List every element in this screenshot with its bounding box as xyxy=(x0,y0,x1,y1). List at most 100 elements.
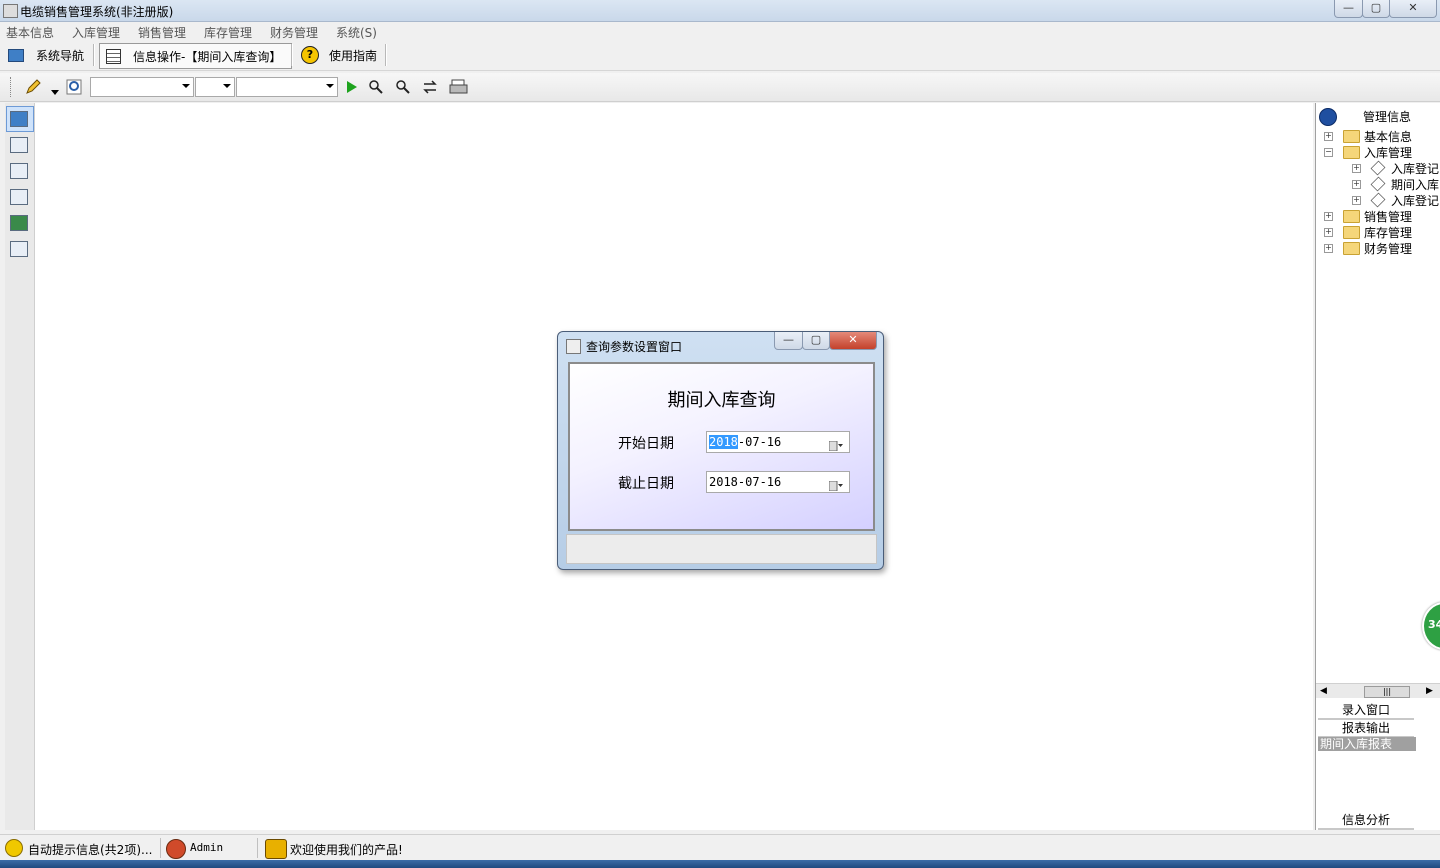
chevron-down-icon xyxy=(326,84,334,88)
dialog-title: 查询参数设置窗口 xyxy=(586,340,683,354)
menu-inbound[interactable]: 入库管理 xyxy=(72,24,120,41)
status-bar: 自动提示信息(共2项)... Admin 欢迎使用我们的产品! xyxy=(0,834,1440,861)
info-analysis-button[interactable]: 信息分析 xyxy=(1318,812,1414,830)
horizontal-scrollbar[interactable]: ◀ ||| ▶ xyxy=(1316,683,1440,698)
end-date-picker[interactable]: 2018-07-16 xyxy=(706,471,850,493)
form-icon xyxy=(1370,176,1386,192)
expand-icon[interactable]: + xyxy=(1324,243,1333,253)
maximize-button[interactable]: ▢ xyxy=(1362,0,1390,18)
expand-icon[interactable]: + xyxy=(1352,195,1361,205)
tab-user-guide-label: 使用指南 xyxy=(329,48,378,63)
menu-system[interactable]: 系统(S) xyxy=(336,24,377,41)
collapse-icon[interactable]: − xyxy=(1324,147,1333,157)
app-icon xyxy=(3,4,18,18)
tab-strip: 系统导航 信息操作-【期间入库查询】 ? 使用指南 xyxy=(0,41,1440,71)
tree-node-sales[interactable]: + 销售管理 xyxy=(1324,208,1412,224)
tab-user-guide[interactable]: ? 使用指南 xyxy=(301,43,377,67)
tree-node-inbound-register[interactable]: + 入库登记 xyxy=(1352,160,1439,176)
dialog-minimize-button[interactable]: — xyxy=(774,332,803,350)
tab-info-operation[interactable]: 信息操作-【期间入库查询】 xyxy=(99,43,292,69)
preview-icon[interactable] xyxy=(66,79,82,95)
expand-icon[interactable]: + xyxy=(1324,131,1333,141)
tree-node-finance[interactable]: + 财务管理 xyxy=(1324,240,1412,256)
scroll-thumb[interactable]: ||| xyxy=(1364,686,1410,698)
monitor-icon xyxy=(8,48,24,62)
status-auto-tips[interactable]: 自动提示信息(共2项)... xyxy=(28,841,152,858)
search-plus-icon[interactable] xyxy=(368,79,384,95)
close-button[interactable]: ✕ xyxy=(1389,0,1437,18)
toolbar xyxy=(0,73,1440,102)
tab-system-nav[interactable]: 系统导航 xyxy=(8,43,84,67)
value-select[interactable] xyxy=(236,77,338,97)
start-date-rest: -07-16 xyxy=(737,435,782,449)
form-icon xyxy=(1370,160,1386,176)
list-icon[interactable] xyxy=(10,241,28,257)
os-taskbar xyxy=(0,860,1440,868)
tree-node-inbound-register-2[interactable]: + 入库登记 xyxy=(1352,192,1439,208)
tab-separator xyxy=(93,44,95,66)
dialog-button-area xyxy=(566,534,877,564)
start-date-picker[interactable]: 2018-07-16 xyxy=(706,431,850,453)
expand-icon[interactable]: + xyxy=(1352,179,1361,189)
calendar-dropdown-icon[interactable] xyxy=(828,437,843,452)
status-welcome: 欢迎使用我们的产品! xyxy=(290,843,403,857)
folder-icon xyxy=(1343,225,1360,239)
folder-icon xyxy=(1343,129,1360,143)
panel-header: 管理信息 xyxy=(1316,105,1436,127)
tree-node-label: 入库管理 xyxy=(1364,145,1413,160)
dialog-close-button[interactable]: ✕ xyxy=(829,332,877,350)
scroll-left-icon[interactable]: ◀ xyxy=(1320,686,1327,696)
collapse-icon[interactable] xyxy=(1319,108,1337,126)
menu-stock[interactable]: 库存管理 xyxy=(204,24,252,41)
tree-node-basic-info[interactable]: + 基本信息 xyxy=(1324,128,1412,144)
minimize-button[interactable]: — xyxy=(1334,0,1363,18)
end-date-label: 截止日期 xyxy=(618,476,674,492)
start-date-year-selected: 2018 xyxy=(709,435,738,449)
report-output-button[interactable]: 报表输出 xyxy=(1318,720,1414,738)
tree-node-period-inbound[interactable]: + 期间入库 xyxy=(1352,176,1439,192)
user-icon xyxy=(166,839,186,859)
monitor-icon[interactable] xyxy=(10,111,28,127)
operator-select[interactable] xyxy=(195,77,235,97)
start-date-label: 开始日期 xyxy=(618,436,674,452)
document-icon[interactable] xyxy=(10,189,28,205)
tip-icon xyxy=(5,839,23,857)
title-bar: 电缆销售管理系统(非注册版) — ▢ ✕ xyxy=(0,0,1440,22)
print-icon[interactable] xyxy=(449,79,469,95)
period-inbound-report-item[interactable]: 期间入库报表 xyxy=(1318,737,1416,751)
form-icon[interactable] xyxy=(10,163,28,179)
toolbar-grip[interactable] xyxy=(10,77,13,97)
menu-sales[interactable]: 销售管理 xyxy=(138,24,186,41)
scroll-right-icon[interactable]: ▶ xyxy=(1426,686,1433,696)
run-icon[interactable] xyxy=(344,79,360,95)
tab-separator xyxy=(385,44,387,66)
pencil-icon[interactable] xyxy=(25,79,41,95)
dialog-app-icon xyxy=(566,339,581,354)
management-panel: 管理信息 + 基本信息 − 入库管理 + 入库登记 + 期间入库 + 入库登记 … xyxy=(1315,103,1440,830)
expand-icon[interactable]: + xyxy=(1352,163,1361,173)
form-icon xyxy=(1370,192,1386,208)
expand-icon[interactable]: + xyxy=(1324,227,1333,237)
chevron-down-icon xyxy=(182,84,190,88)
chart-icon[interactable] xyxy=(10,215,28,231)
entry-window-button[interactable]: 录入窗口 xyxy=(1318,702,1414,720)
tree-node-stock[interactable]: + 库存管理 xyxy=(1324,224,1412,240)
chevron-down-icon[interactable] xyxy=(51,85,59,95)
search-minus-icon[interactable] xyxy=(395,79,411,95)
panel-title: 管理信息 xyxy=(1363,110,1412,124)
expand-icon[interactable]: + xyxy=(1324,211,1333,221)
menu-basic-info[interactable]: 基本信息 xyxy=(6,24,54,41)
refresh-icon[interactable] xyxy=(422,79,438,95)
calendar-dropdown-icon[interactable] xyxy=(828,477,843,492)
query-parameter-dialog: 查询参数设置窗口 — ▢ ✕ 期间入库查询 开始日期 2018-07-16 截止… xyxy=(557,331,884,570)
field-select[interactable] xyxy=(90,77,194,97)
tab-system-nav-label: 系统导航 xyxy=(36,48,85,63)
tree-icon[interactable] xyxy=(10,137,28,153)
dialog-content: 期间入库查询 开始日期 2018-07-16 截止日期 2018-07-16 xyxy=(568,362,875,531)
status-separator xyxy=(257,838,258,858)
tree-node-label: 基本信息 xyxy=(1364,129,1413,144)
welcome-icon xyxy=(265,839,287,859)
menu-finance[interactable]: 财务管理 xyxy=(270,24,318,41)
dialog-maximize-button[interactable]: ▢ xyxy=(802,332,830,350)
tree-node-inbound[interactable]: − 入库管理 xyxy=(1324,144,1412,160)
